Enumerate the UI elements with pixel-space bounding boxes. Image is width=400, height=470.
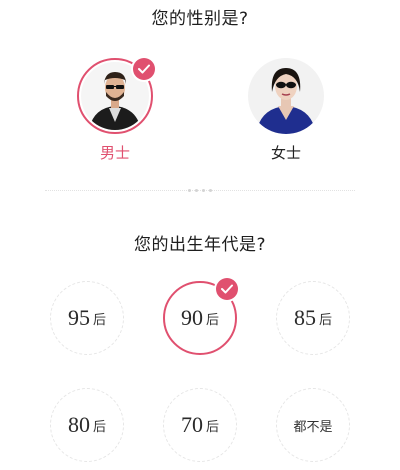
gender-question-title: 您的性别是? bbox=[151, 9, 249, 29]
gender-option-male[interactable]: 男士 bbox=[75, 58, 155, 163]
era-none-label: 都不是 bbox=[293, 419, 333, 435]
era-suffix: 后 bbox=[205, 312, 219, 328]
era-suffix: 后 bbox=[205, 419, 219, 435]
gender-option-female[interactable]: 女士 bbox=[246, 58, 326, 163]
era-suffix: 后 bbox=[318, 312, 332, 328]
gender-avatar-ring bbox=[248, 58, 324, 134]
check-icon bbox=[133, 58, 155, 80]
divider-dots bbox=[188, 186, 212, 194]
era-suffix: 后 bbox=[92, 419, 106, 435]
era-option-80[interactable]: 80 后 bbox=[50, 388, 124, 462]
era-number: 80 bbox=[67, 412, 90, 437]
gender-avatar-ring bbox=[77, 58, 155, 134]
era-option-70[interactable]: 70 后 bbox=[163, 388, 237, 462]
gender-label-male: 男士 bbox=[99, 144, 130, 162]
era-number: 85 bbox=[293, 305, 316, 330]
era-option-90[interactable]: 90 后 bbox=[163, 278, 238, 355]
era-number: 95 bbox=[67, 305, 90, 330]
era-option-95[interactable]: 95 后 bbox=[50, 281, 124, 355]
birth-era-question-title: 您的出生年代是? bbox=[133, 235, 267, 255]
era-suffix: 后 bbox=[92, 312, 106, 328]
era-number: 90 bbox=[180, 305, 203, 330]
female-avatar bbox=[248, 58, 324, 134]
era-option-85[interactable]: 85 后 bbox=[276, 281, 350, 355]
era-number: 70 bbox=[180, 412, 203, 437]
era-option-none[interactable]: 都不是 bbox=[276, 388, 350, 462]
gender-label-female: 女士 bbox=[270, 144, 301, 162]
check-icon bbox=[216, 278, 238, 300]
